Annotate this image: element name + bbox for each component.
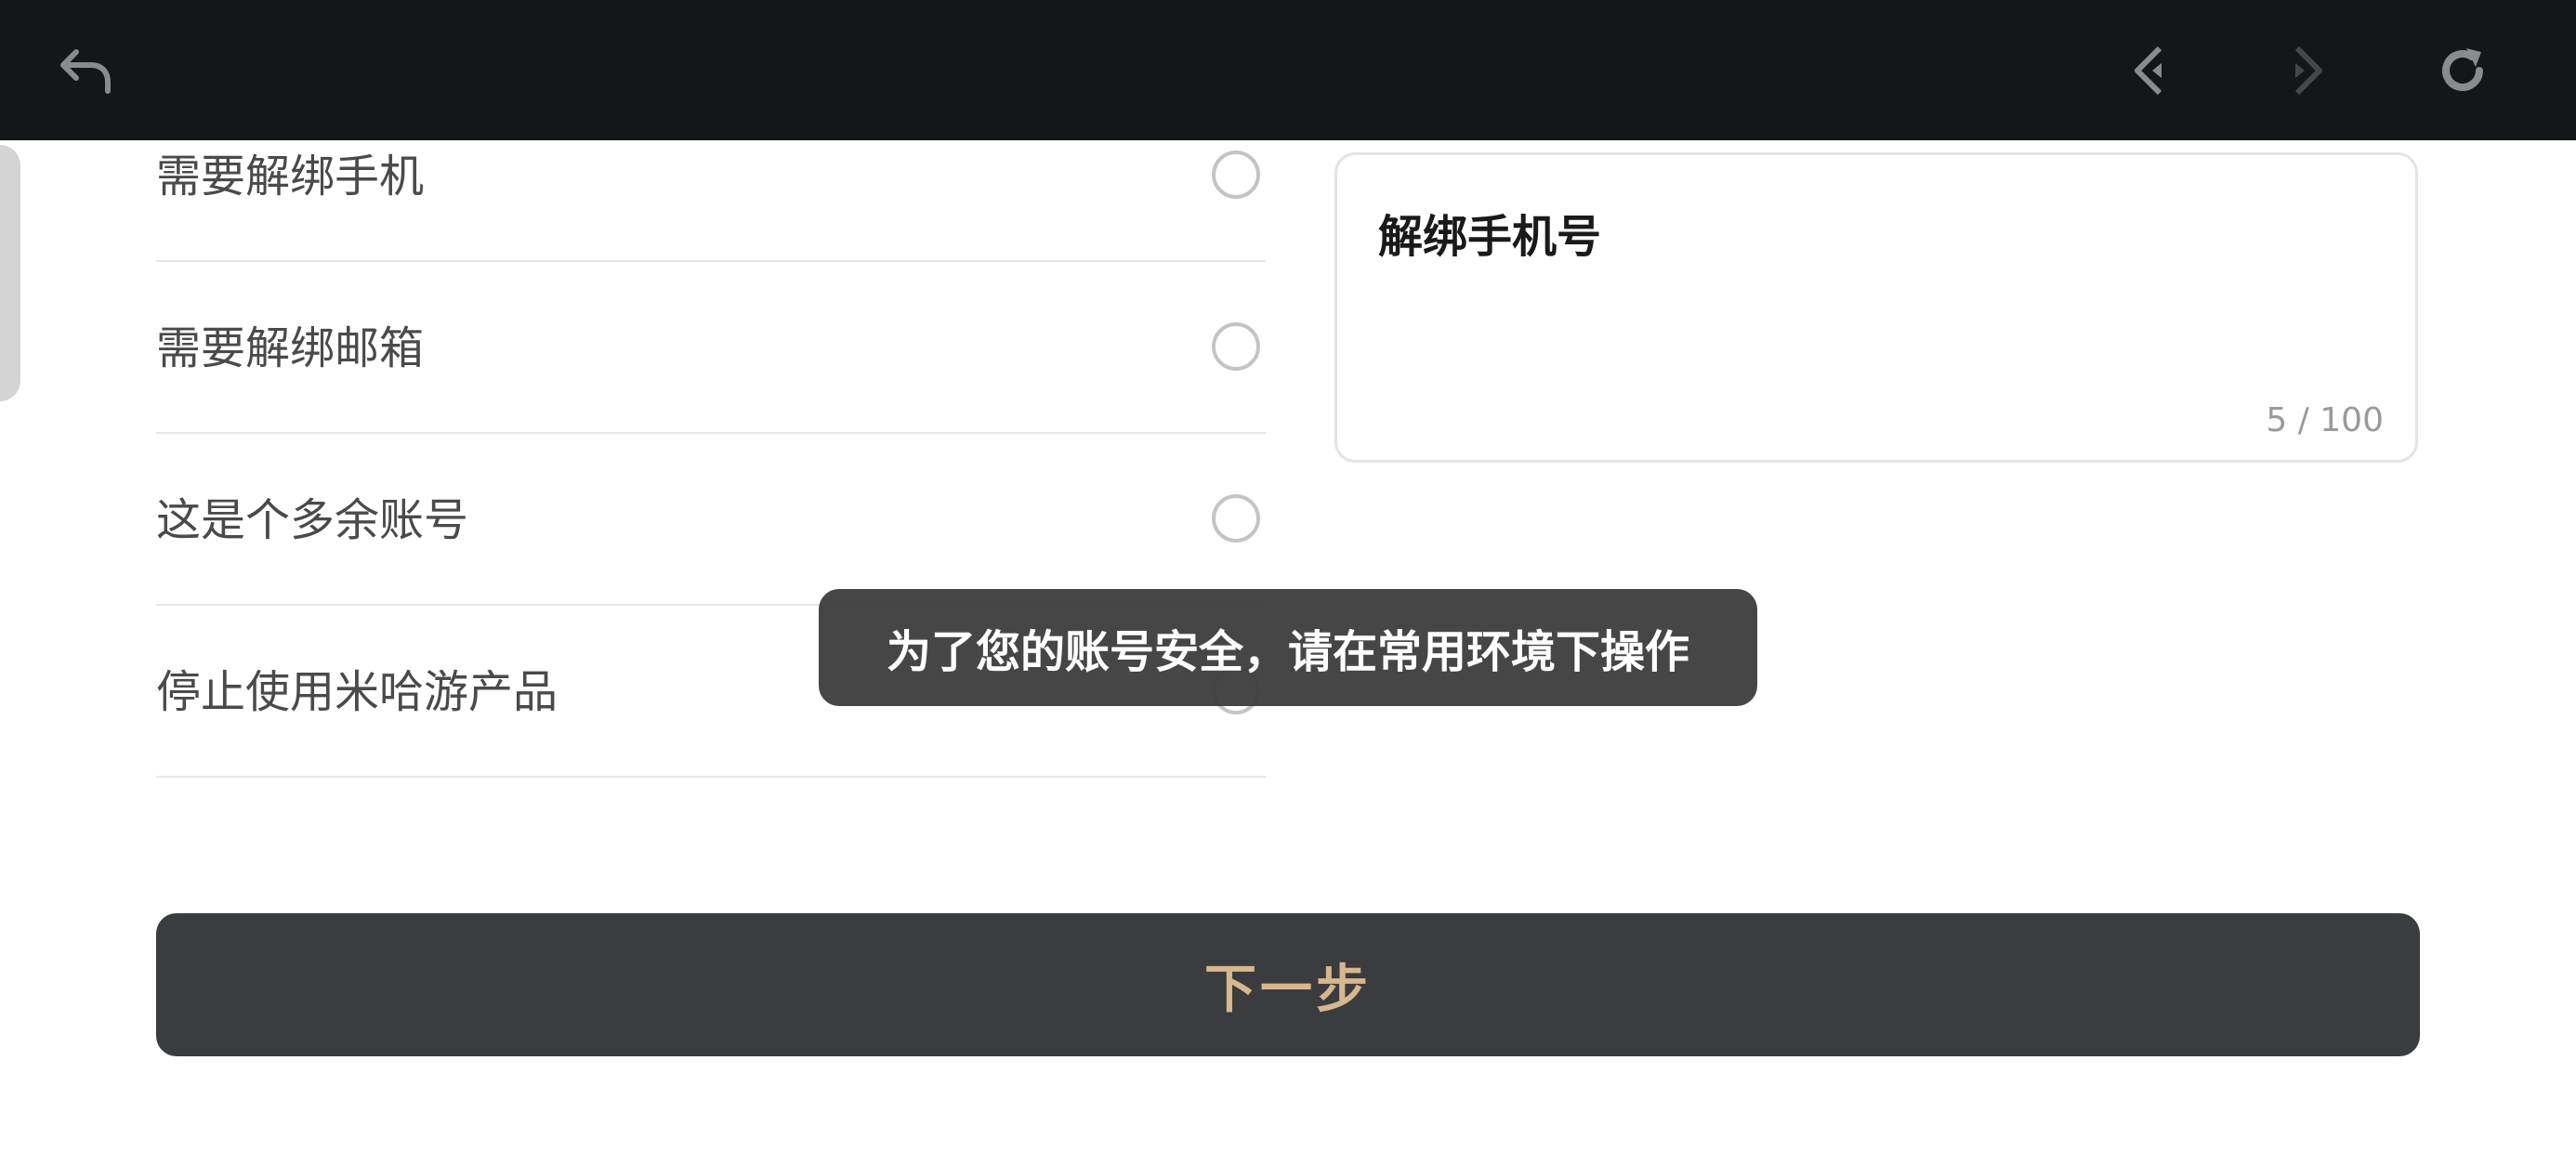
- radio-button[interactable]: [1212, 322, 1260, 371]
- option-label: 停止使用米哈游产品: [156, 666, 559, 718]
- radio-button[interactable]: [1212, 494, 1260, 543]
- toast-text: 为了您的账号安全，请在常用环境下操作: [886, 626, 1689, 678]
- option-unbind-phone[interactable]: 需要解绑手机: [156, 91, 1266, 262]
- back-arrow-icon[interactable]: [52, 37, 119, 104]
- reason-text[interactable]: 解绑手机号: [1378, 200, 1601, 265]
- option-unbind-email[interactable]: 需要解绑邮箱: [156, 263, 1266, 434]
- next-step-label: 下一步: [1204, 959, 1372, 1020]
- chevron-left-icon[interactable]: [2119, 37, 2186, 104]
- chevron-right-icon[interactable]: [2271, 37, 2338, 104]
- option-extra-account[interactable]: 这是个多余账号: [156, 435, 1266, 606]
- option-label: 需要解绑邮箱: [156, 322, 425, 374]
- security-toast: 为了您的账号安全，请在常用环境下操作: [819, 589, 1757, 706]
- side-panel-handle[interactable]: [0, 145, 20, 401]
- char-counter: 5 / 100: [2266, 401, 2384, 439]
- option-label: 这是个多余账号: [156, 494, 469, 546]
- next-step-button[interactable]: 下一步: [156, 913, 2420, 1056]
- radio-button[interactable]: [1212, 151, 1260, 199]
- refresh-icon[interactable]: [2429, 37, 2496, 104]
- option-label: 需要解绑手机: [156, 151, 425, 203]
- reason-textarea[interactable]: 解绑手机号 5 / 100: [1334, 152, 2418, 463]
